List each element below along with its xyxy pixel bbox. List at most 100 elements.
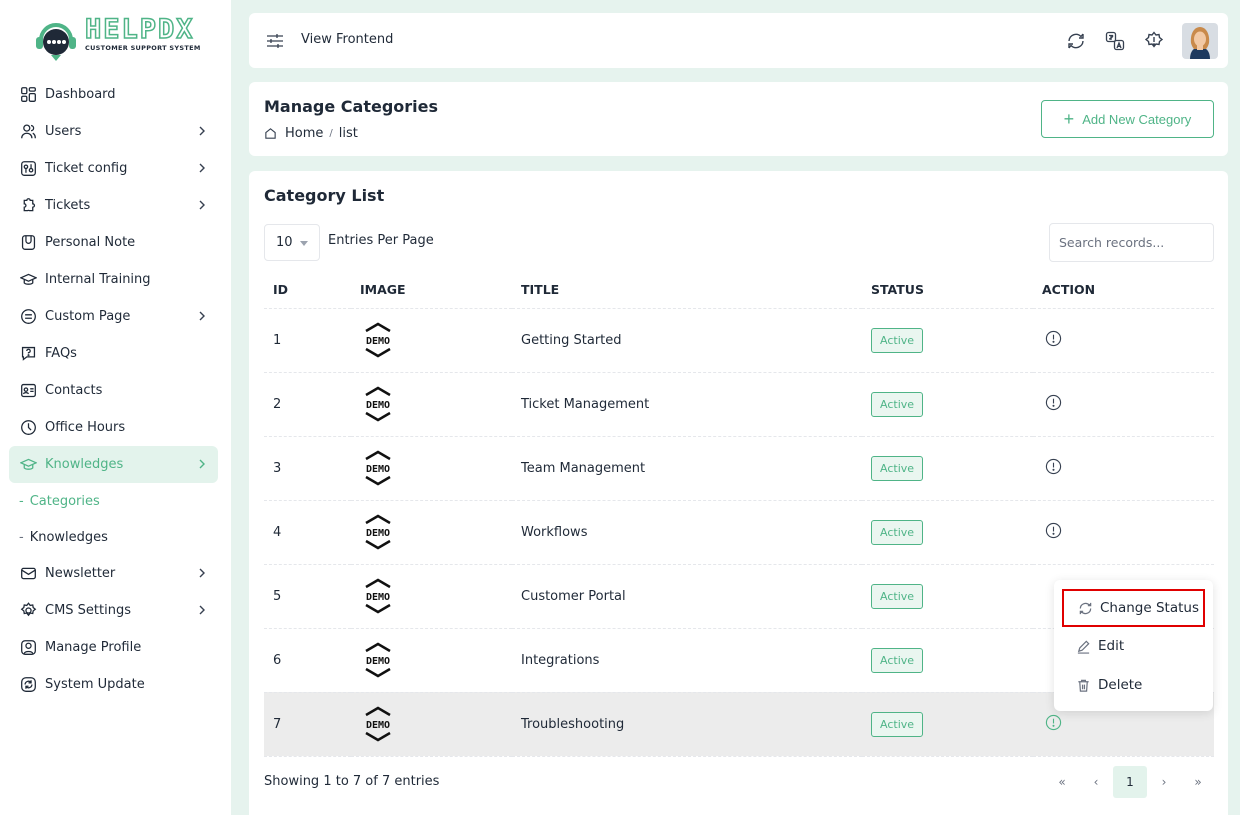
chevron-right-icon — [199, 605, 205, 615]
sidebar-item-label: Knowledges — [45, 457, 124, 472]
sidebar-item-personal-note[interactable]: Personal Note — [9, 224, 218, 261]
cell-id: 3 — [264, 436, 351, 501]
sidebar-item-system-update[interactable]: System Update — [9, 666, 218, 703]
sidebar-item-internal-training[interactable]: Internal Training — [9, 261, 218, 298]
sidebar-item-contacts[interactable]: Contacts — [9, 372, 218, 409]
cell-image: DEMO — [351, 500, 512, 565]
prev-page-button[interactable]: ‹ — [1079, 766, 1113, 798]
edit-menu-item[interactable]: Edit — [1062, 627, 1205, 665]
status-badge: Active — [871, 519, 924, 545]
sidebar-item-label: Contacts — [45, 383, 103, 398]
home-icon — [265, 128, 276, 139]
breadcrumb-home[interactable]: Home — [285, 126, 323, 141]
sidebar-item-cms-settings[interactable]: CMS Settings — [9, 592, 218, 629]
entries-per-page-select[interactable]: 10 — [264, 224, 320, 261]
demo-image: DEMO — [365, 642, 391, 678]
sidebar-item-tickets[interactable]: Tickets — [9, 187, 218, 224]
action-menu-icon[interactable] — [1045, 458, 1062, 475]
sidebar-item-manage-profile[interactable]: Manage Profile — [9, 629, 218, 666]
sidebar-item-label: Custom Page — [45, 309, 131, 324]
plus-icon: + — [1063, 108, 1075, 129]
user-avatar[interactable] — [1182, 23, 1218, 59]
sidebar-item-dashboard[interactable]: Dashboard — [9, 76, 218, 113]
pagination: « ‹ 1 › » — [1045, 766, 1215, 798]
breadcrumb-separator: / — [329, 128, 333, 139]
page-title: Manage Categories — [264, 97, 439, 116]
svg-text:DEMO: DEMO — [366, 400, 390, 411]
add-new-category-label: Add New Category — [1082, 111, 1192, 127]
chevron-right-icon — [199, 163, 205, 173]
table-row: 3 DEMO Team Management Active — [264, 436, 1214, 501]
sidebar-item-users[interactable]: Users — [9, 113, 218, 150]
cell-status: Active — [862, 692, 1033, 757]
sidebar-item-label: FAQs — [45, 346, 77, 361]
cell-id: 4 — [264, 500, 351, 565]
trash-icon — [1078, 679, 1089, 692]
sidebar-item-office-hours[interactable]: Office Hours — [9, 409, 218, 446]
page-button-current[interactable]: 1 — [1113, 766, 1147, 798]
sidebar-item-label: System Update — [45, 677, 145, 692]
status-badge: Active — [871, 455, 924, 481]
action-menu-icon[interactable] — [1045, 394, 1062, 411]
sidebar-item-label: Internal Training — [45, 272, 151, 287]
cell-image: DEMO — [351, 308, 512, 373]
clock-icon — [19, 419, 37, 437]
caret-down-icon — [300, 241, 308, 246]
first-page-button[interactable]: « — [1045, 766, 1079, 798]
custom-page-icon — [19, 308, 37, 326]
cell-action — [1033, 308, 1214, 373]
sidebar-item-label: Newsletter — [45, 566, 116, 581]
next-page-button[interactable]: › — [1147, 766, 1181, 798]
table-row: 1 DEMO Getting Started Active — [264, 308, 1214, 373]
status-badge: Active — [871, 583, 924, 609]
sidebar-item-custom-page[interactable]: Custom Page — [9, 298, 218, 335]
sidebar-subitem-knowledges[interactable]: - Knowledges — [9, 519, 218, 555]
action-menu-icon[interactable] — [1045, 522, 1062, 539]
cell-id: 7 — [264, 692, 351, 757]
action-menu-icon[interactable] — [1045, 330, 1062, 347]
entries-info: Showing 1 to 7 of 7 entries — [264, 774, 440, 789]
language-icon[interactable] — [1104, 30, 1126, 52]
cell-title: Troubleshooting — [512, 692, 862, 757]
faq-icon — [19, 345, 37, 363]
table-row: 2 DEMO Ticket Management Active — [264, 372, 1214, 437]
cell-image: DEMO — [351, 436, 512, 501]
column-header-action: ACTION — [1033, 272, 1214, 309]
cell-status: Active — [862, 564, 1033, 629]
cell-title: Customer Portal — [512, 564, 862, 629]
table-row: 4 DEMO Workflows Active — [264, 500, 1214, 565]
sidebar-item-ticket-config[interactable]: Ticket config — [9, 150, 218, 187]
add-new-category-button[interactable]: + Add New Category — [1041, 100, 1214, 138]
action-menu-icon[interactable] — [1045, 714, 1062, 731]
sliders-menu-icon[interactable] — [266, 33, 284, 49]
status-badge: Active — [871, 647, 924, 673]
change-status-menu-item[interactable]: Change Status — [1062, 589, 1205, 627]
topbar-actions — [1065, 23, 1218, 59]
demo-image: DEMO — [365, 450, 391, 486]
note-icon — [19, 234, 37, 252]
status-badge: Active — [871, 327, 924, 353]
search-input[interactable] — [1049, 223, 1214, 262]
sidebar-item-label: Dashboard — [45, 87, 116, 102]
refresh-icon[interactable] — [1065, 30, 1087, 52]
delete-menu-item[interactable]: Delete — [1062, 666, 1205, 704]
cell-action — [1033, 436, 1214, 501]
sidebar-item-knowledges[interactable]: Knowledges — [9, 446, 218, 483]
breadcrumb: Home / list — [264, 126, 358, 141]
cell-id: 1 — [264, 308, 351, 373]
contacts-icon — [19, 382, 37, 400]
cell-title: Integrations — [512, 628, 862, 693]
sidebar-item-faqs[interactable]: FAQs — [9, 335, 218, 372]
brand-logo[interactable]: HELPDX CUSTOMER SUPPORT SYSTEM — [33, 14, 200, 64]
cell-title: Ticket Management — [512, 372, 862, 437]
sidebar-item-label: CMS Settings — [45, 603, 131, 618]
refresh-icon — [1079, 602, 1092, 614]
status-badge: Active — [871, 391, 924, 417]
sidebar-subitem-categories[interactable]: - Categories — [9, 483, 218, 519]
breadcrumb-current: list — [338, 126, 358, 141]
cell-title: Workflows — [512, 500, 862, 565]
view-frontend-link[interactable]: View Frontend — [301, 32, 393, 47]
sidebar-item-newsletter[interactable]: Newsletter — [9, 555, 218, 592]
last-page-button[interactable]: » — [1181, 766, 1215, 798]
alert-icon[interactable] — [1143, 30, 1165, 52]
